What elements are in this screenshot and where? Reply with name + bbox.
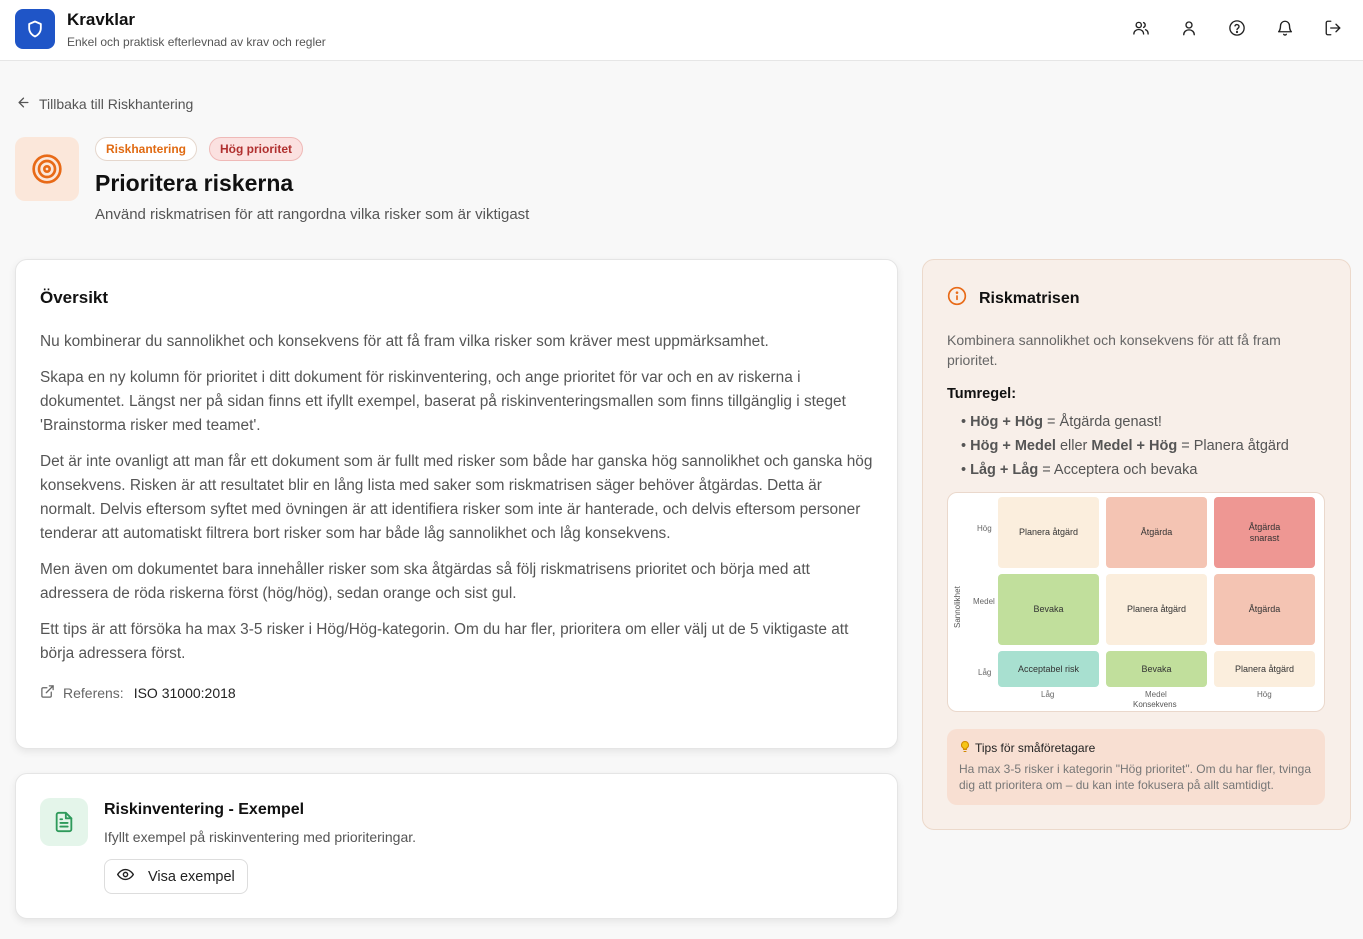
users-icon[interactable] [1131,18,1151,38]
rule-bullet: • [961,438,967,454]
row-label: Medel [973,597,995,606]
rule-item: • Låg + Låg = Acceptera och bevaka [961,458,1326,482]
rule-term: Hög + Hög [970,414,1044,430]
rule-item: • Hög + Medel eller Medel + Hög = Planer… [961,434,1326,458]
y-axis-title: Sannolikhet [948,550,962,628]
priority-badge: Hög prioritet [209,137,304,161]
panel-heading: Riskmatrisen [979,289,1080,307]
header-actions [1131,18,1343,38]
matrix-cell: Bevaka [998,574,1099,645]
logout-icon[interactable] [1323,18,1343,38]
reference-row: Referens: ISO 31000:2018 [40,684,873,702]
matrix-cell: Planera åtgärd [998,497,1099,568]
rule-text: = Planera åtgärd [1177,438,1289,454]
matrix-cell: Åtgärda [1106,497,1207,568]
external-link-icon[interactable] [40,684,55,702]
show-example-button[interactable]: Visa exempel [104,859,248,894]
category-badge: Riskhantering [95,137,198,161]
rule-connector: eller [1055,438,1092,454]
page-title: Prioritera riskerna [95,170,294,196]
rule-bullet: • [961,414,967,430]
rule-bullet: • [961,462,967,478]
matrix-cell: Åtgärda snarast [1214,497,1315,568]
reference-label: Referens: [63,685,124,701]
shield-logo-icon[interactable] [15,9,55,49]
tips-heading-row: Tips för småföretagare [959,740,1313,756]
panel-heading-row: Riskmatrisen [947,286,1326,311]
user-icon[interactable] [1179,18,1199,38]
page-subtitle: Använd riskmatrisen för att rangordna vi… [95,206,530,223]
example-card: Riskinventering - Exempel Ifyllt exempel… [15,773,898,919]
rule-text: = Åtgärda genast! [1043,414,1162,430]
rule-list: • Hög + Hög = Åtgärda genast! • Hög + Me… [947,410,1326,482]
col-label: Medel [1145,690,1167,699]
tips-box: Tips för småföretagare Ha max 3-5 risker… [947,729,1325,805]
col-label: Låg [1041,690,1055,699]
show-example-label: Visa exempel [148,868,235,885]
overview-paragraph: Skapa en ny kolumn för prioritet i ditt … [40,369,846,434]
rule-item: • Hög + Hög = Åtgärda genast! [961,410,1326,434]
overview-paragraph: Det är inte ovanligt att man får ett dok… [40,453,873,542]
arrow-left-icon [16,95,31,113]
row-label: Hög [977,524,992,533]
tips-title: Tips för småföretagare [975,741,1096,755]
eye-icon [117,866,134,887]
example-subtitle: Ifyllt exempel på riskinventering med pr… [104,829,417,845]
risk-matrix: Sannolikhet Hög Medel Låg Planera åtgärd… [947,492,1325,712]
document-icon [40,798,88,846]
example-title: Riskinventering - Exempel [104,801,305,818]
rule-term: Medel + Hög [1091,438,1178,454]
row-label: Låg [978,668,992,677]
info-icon [947,286,967,311]
overview-paragraph: Nu kombinerar du sannolikhet och konsekv… [40,333,769,350]
target-icon [15,137,79,201]
app-subtitle: Enkel och praktisk efterlevnad av krav o… [67,35,326,49]
app-title: Kravklar [67,10,136,29]
reference-value: ISO 31000:2018 [133,685,236,701]
help-icon[interactable] [1227,18,1247,38]
matrix-cell: Acceptabel risk [998,651,1099,687]
rule-term: Hög + Medel [970,438,1056,454]
overview-card: Översikt Nu kombinerar du sannolikhet oc… [15,259,898,749]
tips-text: Ha max 3-5 risker i kategorin "Hög prior… [959,762,1311,792]
top-bar: Kravklar Enkel och praktisk efterlevnad … [0,0,1363,61]
matrix-cell: Bevaka [1106,651,1207,687]
matrix-cell: Planera åtgärd [1106,574,1207,645]
y-axis-title-text: Sannolikhet [953,586,962,628]
back-link-label: Tillbaka till Riskhantering [39,96,194,112]
badge-row: Riskhantering Hög prioritet [95,137,304,161]
matrix-cell: Planera åtgärd [1214,651,1315,687]
lightbulb-icon [959,740,971,756]
bell-icon[interactable] [1275,18,1295,38]
rule-term: Låg + Låg [970,462,1039,478]
overview-paragraph: Men även om dokumentet bara innehåller r… [40,561,810,602]
overview-paragraph: Ett tips är att försöka ha max 3-5 riske… [40,621,849,662]
overview-heading: Översikt [40,288,109,307]
col-label: Hög [1257,690,1272,699]
x-axis-title: Konsekvens [1133,700,1177,709]
rule-title: Tumregel: [947,386,1017,402]
back-link[interactable]: Tillbaka till Riskhantering [16,95,193,113]
matrix-cell: Åtgärda [1214,574,1315,645]
rule-text: = Acceptera och bevaka [1038,462,1198,478]
panel-description: Kombinera sannolikhet och konsekvens för… [947,332,1281,368]
